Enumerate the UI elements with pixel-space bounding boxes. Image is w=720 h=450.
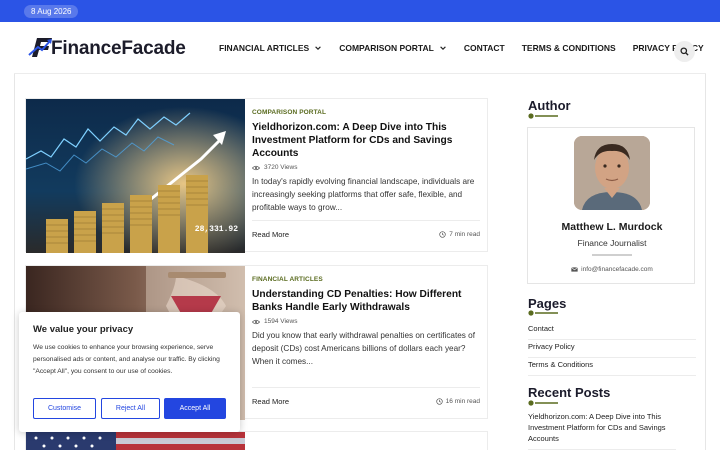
clock-icon	[436, 398, 443, 405]
divider	[252, 220, 480, 221]
divider	[592, 254, 632, 256]
post-image-flag[interactable]	[26, 432, 245, 450]
clock-icon	[439, 231, 446, 238]
sidebar-link-contact[interactable]: Contact	[528, 323, 696, 340]
post-card: 28,331.92 COMPARISON PORTAL Yieldhorizon…	[25, 98, 488, 253]
read-time-label: 7 min read	[449, 231, 480, 238]
image-caption-number: 28,331.92	[195, 225, 238, 234]
chevron-down-icon	[440, 46, 446, 50]
reject-all-button[interactable]: Reject All	[101, 398, 160, 419]
nav-financial-articles[interactable]: FINANCIAL ARTICLES	[219, 43, 322, 53]
post-title[interactable]: Yieldhorizon.com: A Deep Dive into This …	[252, 121, 480, 160]
nav-label: FINANCIAL ARTICLES	[219, 43, 310, 53]
cookie-consent-dialog: We value your privacy We use cookies to …	[19, 312, 240, 432]
divider	[252, 387, 480, 388]
sidebar-link-privacy-policy[interactable]: Privacy Policy	[528, 341, 696, 358]
views-count: 3720 Views	[264, 164, 298, 171]
read-time: 7 min read	[439, 231, 480, 238]
post-excerpt: Did you know that early withdrawal penal…	[252, 331, 475, 366]
pages-heading: Pages	[528, 296, 567, 311]
author-name: Matthew L. Murdock	[561, 221, 663, 233]
logo-text: FinanceFacade	[51, 38, 186, 59]
author-email[interactable]: info@financefacade.com	[528, 266, 696, 273]
recent-posts-heading: Recent Posts	[528, 385, 611, 400]
author-email-text: info@financefacade.com	[581, 266, 653, 273]
nav-label: CONTACT	[463, 43, 505, 53]
author-avatar	[574, 136, 650, 210]
mail-icon	[571, 267, 578, 272]
sidebar-link-terms[interactable]: Terms & Conditions	[528, 359, 696, 376]
eye-icon	[252, 319, 260, 324]
main-nav: FINANCIAL ARTICLES COMPARISON PORTAL CON…	[219, 22, 720, 74]
read-more-link[interactable]: Read More	[252, 230, 289, 239]
nav-label: COMPARISON PORTAL	[339, 43, 434, 53]
author-role: Finance Journalist	[577, 238, 647, 248]
read-more-link[interactable]: Read More	[252, 397, 289, 406]
views-count: 1594 Views	[264, 318, 298, 325]
read-time-label: 16 min read	[445, 398, 480, 405]
post-card	[25, 431, 488, 450]
cookie-text: We use cookies to enhance your browsing …	[33, 344, 220, 375]
post-body: COMPARISON PORTAL Yieldhorizon.com: A De…	[252, 109, 480, 214]
accept-all-button[interactable]: Accept All	[164, 398, 226, 419]
recent-post-link[interactable]: Yieldhorizon.com: A Deep Dive into This …	[528, 411, 676, 450]
post-views: 1594 Views	[252, 318, 480, 325]
nav-terms[interactable]: TERMS & CONDITIONS	[522, 43, 616, 53]
post-footer: Read More 7 min read	[252, 230, 480, 239]
post-image-chart-coins[interactable]: 28,331.92	[26, 99, 245, 253]
search-icon	[680, 47, 689, 56]
post-excerpt: In today's rapidly evolving financial la…	[252, 177, 475, 212]
nav-comparison-portal[interactable]: COMPARISON PORTAL	[339, 43, 447, 53]
date-badge: 8 Aug 2026	[24, 5, 79, 18]
heading-underline	[528, 310, 558, 316]
eye-icon	[252, 165, 260, 170]
heading-underline	[528, 400, 558, 406]
post-category[interactable]: FINANCIAL ARTICLES	[252, 276, 480, 283]
heading-underline	[528, 113, 558, 119]
post-body: FINANCIAL ARTICLES Understanding CD Pena…	[252, 276, 480, 368]
cookie-title: We value your privacy	[33, 324, 134, 335]
post-footer: Read More 16 min read	[252, 397, 480, 406]
author-card: Matthew L. Murdock Finance Journalist in…	[527, 127, 695, 284]
chevron-down-icon	[315, 46, 321, 50]
nav-label: TERMS & CONDITIONS	[521, 43, 616, 53]
post-views: 3720 Views	[252, 164, 480, 171]
author-heading: Author	[528, 98, 571, 113]
site-logo[interactable]: FinanceFacade	[28, 35, 186, 59]
post-category[interactable]: COMPARISON PORTAL	[252, 109, 480, 116]
post-title[interactable]: Understanding CD Penalties: How Differen…	[252, 288, 480, 314]
top-bar: 8 Aug 2026	[0, 0, 720, 22]
read-time: 16 min read	[436, 398, 480, 405]
nav-contact[interactable]: CONTACT	[464, 43, 505, 53]
search-button[interactable]	[674, 41, 695, 62]
site-header: FinanceFacade FINANCIAL ARTICLES COMPARI…	[14, 22, 706, 74]
customise-button[interactable]: Customise	[33, 398, 96, 419]
